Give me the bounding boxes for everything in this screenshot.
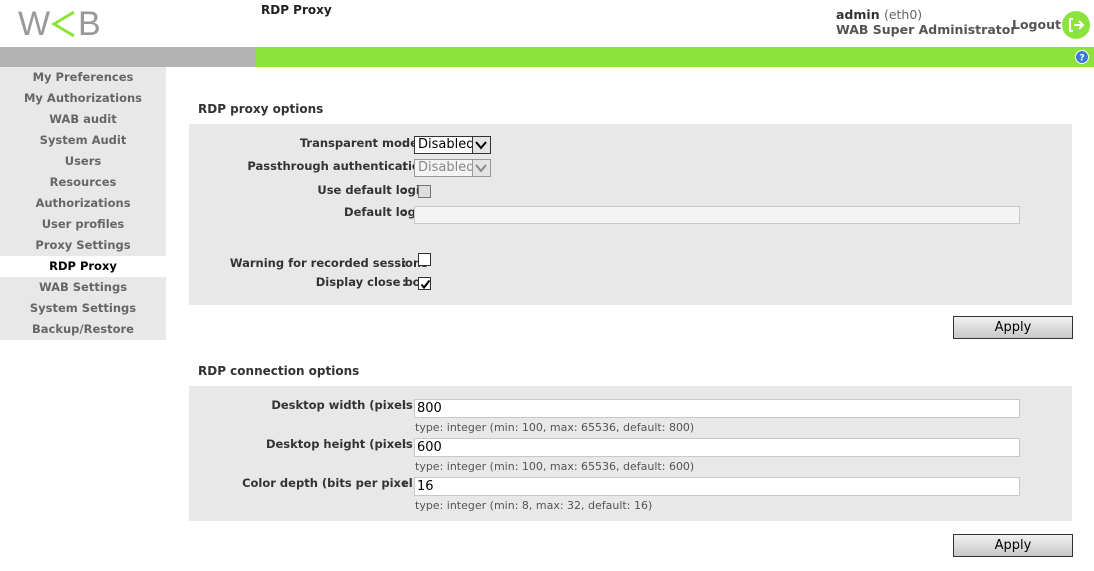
sidebar: My Preferences My Authorizations WAB aud…	[0, 67, 166, 340]
apply-proxy-options-button[interactable]: Apply	[953, 316, 1073, 339]
use-default-login-label: Use default login	[317, 183, 428, 197]
sidebar-item-proxy-settings[interactable]: Proxy Settings	[0, 235, 166, 256]
user-name: admin	[836, 7, 880, 22]
color-depth-hint: type: integer (min: 8, max: 32, default:…	[415, 499, 653, 512]
user-info: admin (eth0) WAB Super Administrator	[836, 7, 1016, 37]
passthrough-auth-select[interactable]: Disabled	[414, 159, 491, 177]
use-default-login-checkbox[interactable]	[418, 185, 431, 198]
svg-text:B: B	[78, 5, 101, 40]
sidebar-item-wab-audit[interactable]: WAB audit	[0, 109, 166, 130]
chevron-down-icon	[472, 160, 490, 176]
user-role: WAB Super Administrator	[836, 22, 1017, 37]
warning-recorded-checkbox[interactable]	[418, 253, 431, 266]
default-login-field[interactable]	[414, 206, 1020, 224]
color-depth-input[interactable]: 16	[414, 477, 1020, 496]
sidebar-item-users[interactable]: Users	[0, 151, 166, 172]
sidebar-item-authorizations[interactable]: Authorizations	[0, 193, 166, 214]
svg-text:W: W	[18, 5, 51, 40]
transparent-mode-label: Transparent mode *	[299, 136, 428, 150]
breadcrumb-current: RDP Proxy	[261, 3, 332, 17]
user-interface: (eth0)	[883, 7, 923, 22]
desktop-height-input[interactable]: 600	[414, 438, 1020, 457]
desktop-width-hint: type: integer (min: 100, max: 65536, def…	[415, 421, 695, 434]
sidebar-item-my-authorizations[interactable]: My Authorizations	[0, 88, 166, 109]
sidebar-item-system-audit[interactable]: System Audit	[0, 130, 166, 151]
passthrough-auth-label: Passthrough authentication	[247, 159, 428, 173]
color-depth-label: Color depth (bits per pixel) *	[242, 476, 428, 490]
sidebar-item-wab-settings[interactable]: WAB Settings	[0, 277, 166, 298]
connection-options-title: RDP connection options	[198, 364, 360, 378]
desktop-height-hint: type: integer (min: 100, max: 65536, def…	[415, 460, 695, 473]
logout-link[interactable]: Logout	[1012, 17, 1061, 32]
transparent-mode-select[interactable]: Disabled	[414, 136, 491, 154]
help-icon[interactable]: ?	[1075, 50, 1089, 64]
sidebar-item-resources[interactable]: Resources	[0, 172, 166, 193]
svg-text:?: ?	[1079, 54, 1084, 64]
apply-connection-options-button[interactable]: Apply	[953, 534, 1073, 557]
wab-logo: W B	[18, 4, 110, 43]
display-close-box-checkbox[interactable]	[418, 277, 431, 290]
sidebar-item-my-preferences[interactable]: My Preferences	[0, 67, 166, 88]
sidebar-item-rdp-proxy[interactable]: RDP Proxy	[0, 256, 166, 277]
checkmark-icon	[420, 279, 431, 290]
sidebar-item-system-settings[interactable]: System Settings	[0, 298, 166, 319]
sidebar-item-backup-restore[interactable]: Backup/Restore	[0, 319, 166, 340]
display-close-box-label: Display close box	[315, 275, 428, 289]
proxy-options-title: RDP proxy options	[198, 102, 324, 116]
breadcrumb-parent[interactable]: Proxy Settings	[171, 3, 270, 17]
logout-icon[interactable]	[1062, 11, 1090, 39]
desktop-width-input[interactable]: 800	[414, 399, 1020, 418]
breadcrumb-bar	[0, 47, 1094, 67]
chevron-down-icon	[472, 137, 490, 153]
warning-recorded-label: Warning for recorded sessions	[229, 256, 428, 270]
sidebar-item-user-profiles[interactable]: User profiles	[0, 214, 166, 235]
